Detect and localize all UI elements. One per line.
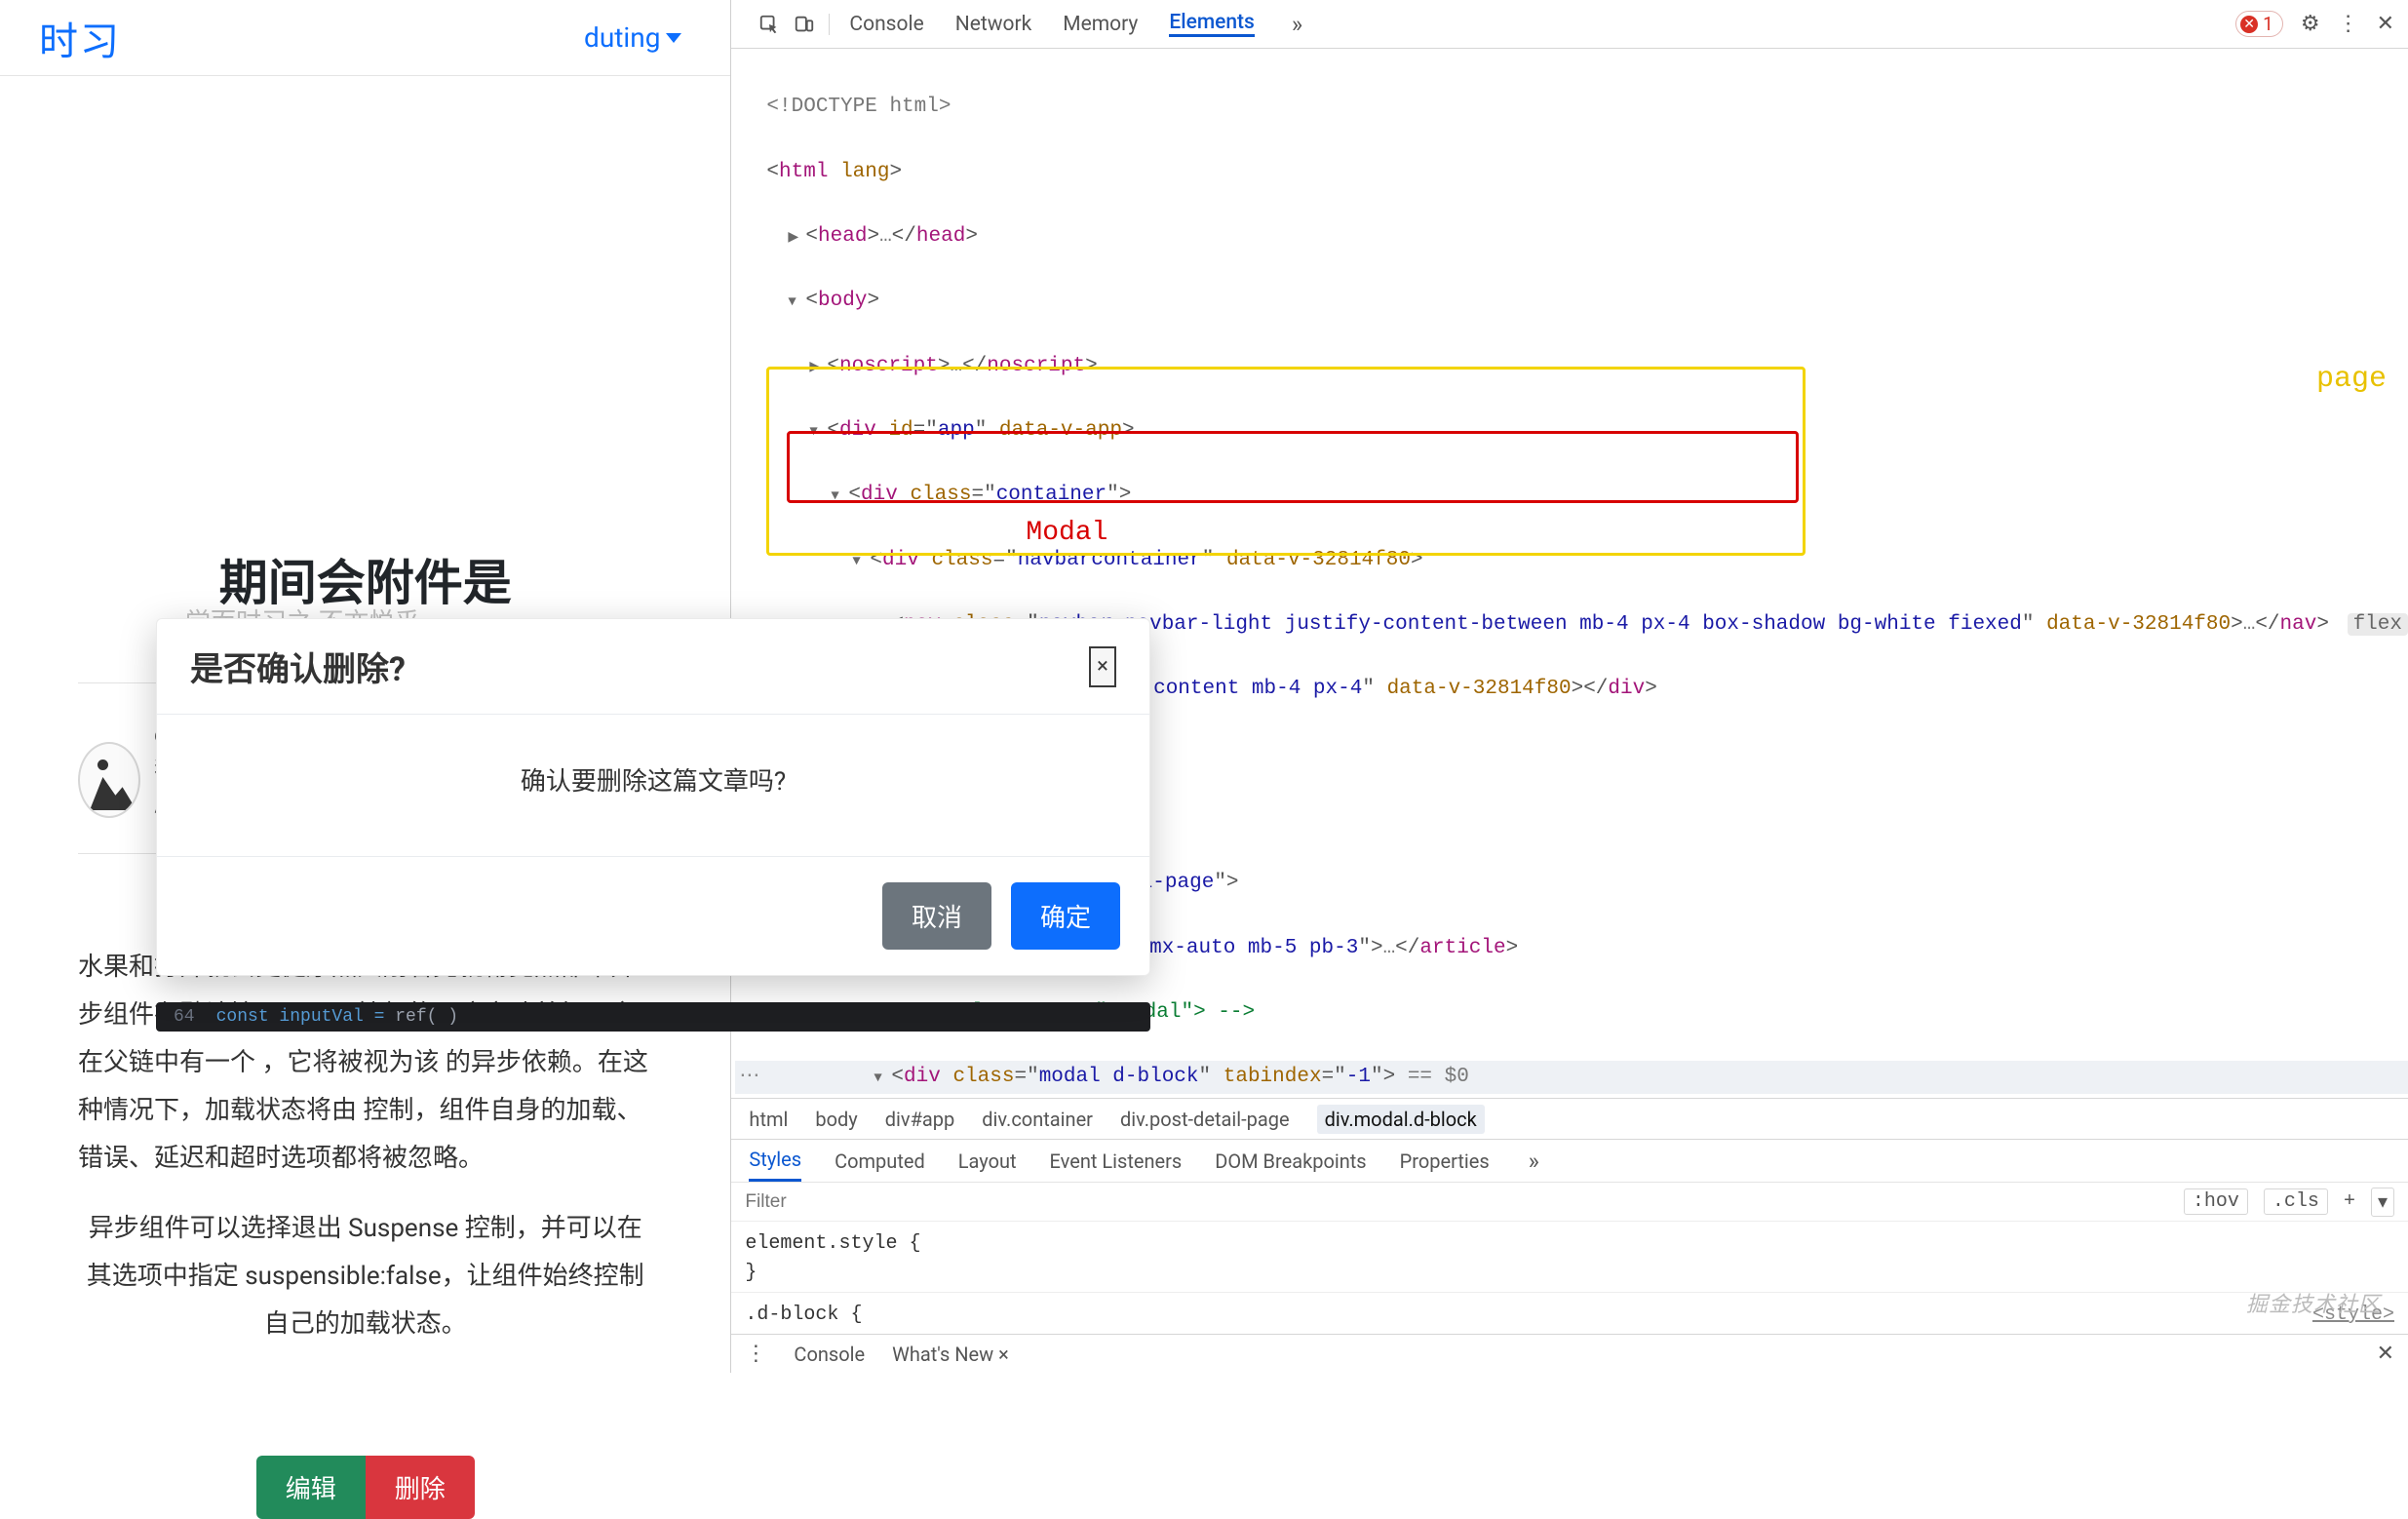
- crumb[interactable]: div.container: [982, 1108, 1093, 1131]
- user-name: duting: [584, 21, 660, 54]
- brand-logo[interactable]: 时习: [39, 10, 121, 66]
- annotation-label-modal: Modal: [1026, 512, 1107, 555]
- hov-toggle[interactable]: :hov: [2184, 1188, 2248, 1215]
- styles-tabs: Styles Computed Layout Event Listeners D…: [731, 1139, 2408, 1182]
- modal-ok-button[interactable]: 确定: [1011, 882, 1120, 950]
- st-layout[interactable]: Layout: [958, 1140, 1017, 1182]
- new-rule-button[interactable]: +: [2344, 1190, 2355, 1213]
- drawer-close-icon[interactable]: ✕: [2377, 1342, 2394, 1366]
- gear-icon[interactable]: ⚙: [2301, 12, 2320, 36]
- tabs-overflow-icon[interactable]: »: [1292, 11, 1302, 38]
- crumb[interactable]: body: [815, 1108, 857, 1131]
- more-icon[interactable]: ▾: [2371, 1188, 2394, 1217]
- annotation-label-page: page: [2316, 357, 2387, 403]
- close-icon: ×: [1097, 654, 1108, 679]
- tab-console[interactable]: Console: [849, 13, 923, 36]
- tab-network[interactable]: Network: [955, 13, 1032, 36]
- styles-panel[interactable]: element.style { }: [731, 1221, 2408, 1292]
- avatar[interactable]: [78, 742, 140, 818]
- tab-elements[interactable]: Elements: [1169, 11, 1255, 37]
- device-toggle-icon[interactable]: [794, 14, 815, 35]
- crumb-current[interactable]: div.modal.d-block: [1317, 1105, 1485, 1134]
- collapse-icon[interactable]: [788, 285, 805, 317]
- error-badge[interactable]: ✕1: [2235, 11, 2283, 37]
- st-styles[interactable]: Styles: [749, 1140, 801, 1182]
- code-text: const inputVal =: [216, 1007, 385, 1027]
- user-dropdown[interactable]: duting: [584, 21, 681, 54]
- confirm-delete-modal: 是否确认删除? × 确认要删除这篇文章吗? 取消 确定: [156, 618, 1150, 976]
- crumb[interactable]: div#app: [885, 1108, 954, 1131]
- crumb[interactable]: div.post-detail-page: [1120, 1108, 1290, 1131]
- st-props[interactable]: Properties: [1400, 1140, 1490, 1182]
- drawer-tab-console[interactable]: Console: [794, 1343, 865, 1366]
- devtools-toolbar: Console Network Memory Elements » ✕1 ⚙ ⋮…: [731, 0, 2408, 49]
- crumb[interactable]: html: [749, 1108, 788, 1131]
- styletabs-overflow-icon[interactable]: »: [1529, 1148, 1539, 1175]
- edit-button[interactable]: 编辑: [256, 1456, 366, 1519]
- modal-close-button[interactable]: ×: [1089, 646, 1116, 687]
- devtools-drawer: ⋮ Console What's New × ✕: [731, 1334, 2408, 1373]
- kebab-icon[interactable]: ⋮: [2338, 12, 2359, 36]
- article-actions: 编辑 删除: [78, 1456, 652, 1519]
- st-computed[interactable]: Computed: [835, 1140, 925, 1182]
- code-line-number: 64: [174, 1007, 195, 1027]
- styles-rule[interactable]: <style> .d-block {: [731, 1292, 2408, 1334]
- st-dom-bp[interactable]: DOM Breakpoints: [1215, 1140, 1366, 1182]
- code-preview-bar: 64 const inputVal = ref( ): [156, 1002, 1150, 1032]
- article-p2: 异步组件可以选择退出 Suspense 控制，并可以在其选项中指定 suspen…: [78, 1205, 652, 1348]
- drawer-menu-icon[interactable]: ⋮: [745, 1342, 766, 1366]
- article-p1: 水果和打开就会更健康热火刚看完就鞯竟然都难异步组件在默认情况下是可挂起的。这意味…: [78, 944, 652, 1182]
- delete-button[interactable]: 删除: [366, 1456, 475, 1519]
- modal-title: 是否确认删除?: [190, 643, 406, 690]
- annotation-box-page: [766, 367, 1806, 556]
- avatar-placeholder-icon: [97, 760, 108, 770]
- watermark: 掘金技术社区: [2246, 1287, 2381, 1318]
- dom-doctype: <!DOCTYPE html>: [766, 96, 951, 118]
- modal-body-text: 确认要删除这篇文章吗?: [157, 715, 1149, 856]
- st-listeners[interactable]: Event Listeners: [1050, 1140, 1183, 1182]
- styles-filter-input[interactable]: [731, 1183, 2169, 1221]
- modal-cancel-button[interactable]: 取消: [882, 882, 991, 950]
- devtools-close-icon[interactable]: ✕: [2377, 12, 2394, 36]
- tab-memory[interactable]: Memory: [1063, 13, 1138, 36]
- expand-icon[interactable]: [788, 220, 805, 253]
- cls-toggle[interactable]: .cls: [2264, 1188, 2328, 1215]
- caret-down-icon: [666, 33, 681, 43]
- drawer-tab-whatsnew[interactable]: What's New ×: [892, 1343, 1009, 1366]
- inspect-icon[interactable]: [758, 14, 780, 35]
- navbar: 时习 duting: [0, 0, 730, 76]
- dom-breadcrumbs[interactable]: html body div#app div.container div.post…: [731, 1098, 2408, 1139]
